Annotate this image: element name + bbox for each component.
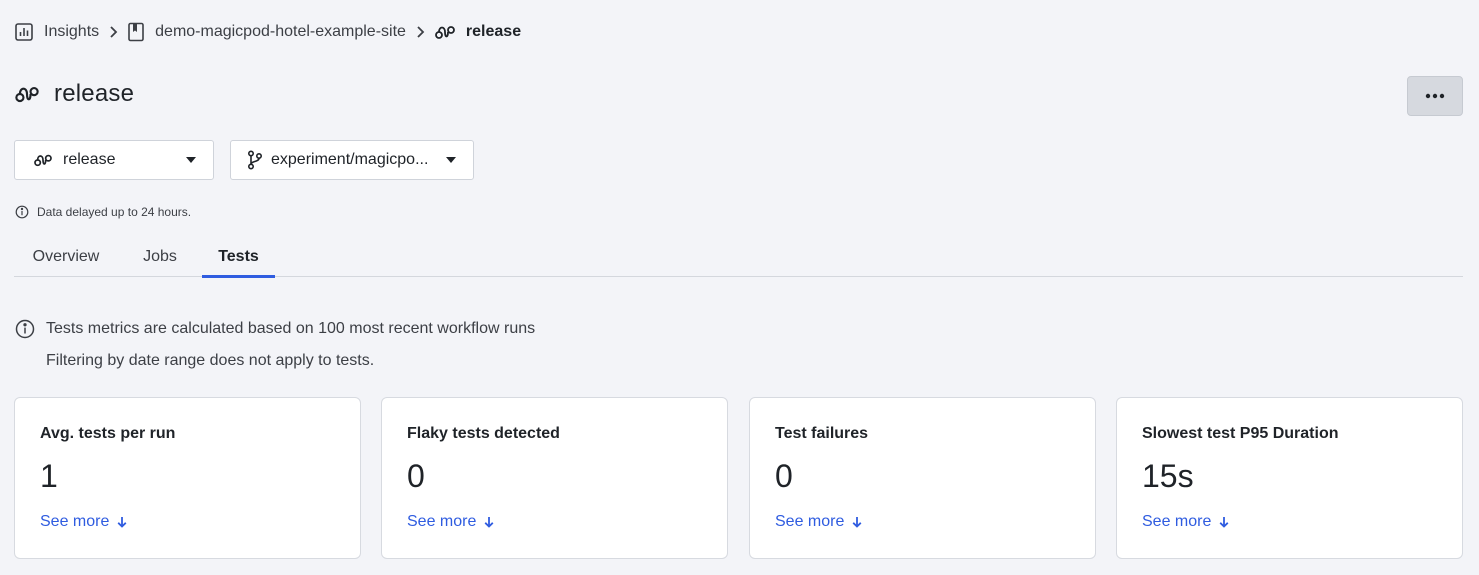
breadcrumb-item-project[interactable]: demo-magicpod-hotel-example-site (127, 22, 406, 42)
see-more-link[interactable]: See more (1142, 513, 1229, 531)
metric-card-title: Avg. tests per run (40, 425, 176, 442)
data-delay-notice: Data delayed up to 24 hours. (15, 205, 191, 219)
metric-card-value: 1 (40, 458, 58, 494)
repo-icon (127, 22, 145, 42)
see-more-link[interactable]: See more (775, 513, 862, 531)
workflow-select-value: release (63, 151, 116, 168)
branch-icon (247, 150, 263, 170)
chevron-right-icon (99, 25, 127, 39)
page-header: release (14, 80, 134, 108)
metric-card-title: Slowest test P95 Duration (1142, 425, 1339, 442)
see-more-link[interactable]: See more (407, 513, 494, 531)
see-more-label: See more (40, 513, 110, 530)
see-more-label: See more (775, 513, 845, 530)
metric-card-flaky-tests: Flaky tests detected 0 See more (381, 397, 728, 559)
see-more-link[interactable]: See more (40, 513, 127, 531)
tests-info-text: Tests metrics are calculated based on 10… (46, 320, 536, 337)
arrow-down-icon (1219, 516, 1229, 528)
info-icon (15, 205, 29, 219)
more-options-button[interactable] (1407, 76, 1463, 116)
metric-card-value: 0 (775, 458, 793, 494)
workflow-select[interactable]: release (14, 140, 214, 180)
workflow-icon (434, 23, 456, 41)
info-icon (15, 319, 35, 339)
breadcrumb-label: Insights (44, 23, 100, 40)
page-title: release (54, 80, 135, 107)
chevron-right-icon (406, 25, 434, 39)
ellipsis-icon (1425, 93, 1445, 99)
arrow-down-icon (484, 516, 494, 528)
caret-down-icon (445, 156, 457, 164)
tab-overview[interactable]: Overview (14, 238, 118, 276)
breadcrumb-item-workflow: release (434, 23, 521, 41)
branch-select[interactable]: experiment/magicpo... (230, 140, 474, 180)
data-delay-text: Data delayed up to 24 hours. (37, 205, 192, 219)
tab-tests[interactable]: Tests (202, 238, 275, 278)
metric-card-test-failures: Test failures 0 See more (749, 397, 1096, 559)
metric-card-value: 15s (1142, 458, 1194, 494)
tab-jobs[interactable]: Jobs (118, 238, 202, 276)
arrow-down-icon (852, 516, 862, 528)
breadcrumb: Insights demo-magicpod-hotel-example-sit… (14, 20, 521, 44)
metric-card-value: 0 (407, 458, 425, 494)
workflow-icon (14, 83, 40, 105)
workflow-icon (33, 152, 53, 168)
breadcrumb-item-insights[interactable]: Insights (14, 22, 99, 42)
tab-bar: Overview Jobs Tests (14, 238, 1463, 278)
breadcrumb-label: demo-magicpod-hotel-example-site (155, 23, 406, 40)
see-more-label: See more (407, 513, 477, 530)
tests-metrics-info: Tests metrics are calculated based on 10… (15, 318, 535, 372)
see-more-label: See more (1142, 513, 1212, 530)
chart-icon (14, 22, 34, 42)
metric-card-avg-tests: Avg. tests per run 1 See more (14, 397, 361, 559)
metric-card-slowest-test: Slowest test P95 Duration 15s See more (1116, 397, 1463, 559)
caret-down-icon (185, 156, 197, 164)
tests-filter-note: Filtering by date range does not apply t… (46, 352, 375, 369)
breadcrumb-label: release (465, 23, 522, 40)
branch-select-value: experiment/magicpo... (271, 151, 429, 168)
metric-card-title: Test failures (775, 425, 869, 442)
metric-card-title: Flaky tests detected (407, 425, 560, 442)
arrow-down-icon (117, 516, 127, 528)
